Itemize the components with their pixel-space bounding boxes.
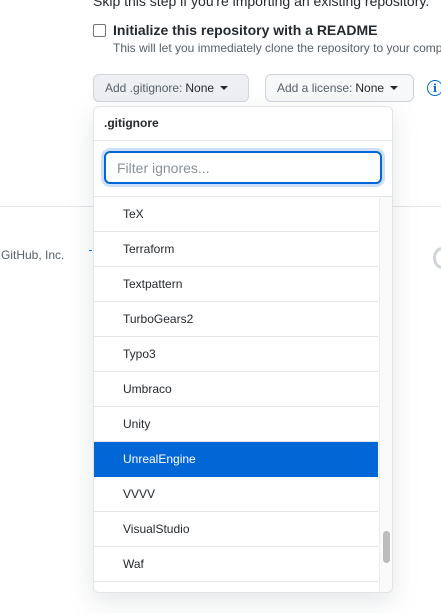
gitignore-option[interactable]: TurboGears2 bbox=[94, 302, 378, 337]
readme-description: This will let you immediately clone the … bbox=[113, 41, 441, 55]
gitignore-option-label: TurboGears2 bbox=[123, 312, 194, 326]
gitignore-option[interactable]: Unity bbox=[94, 407, 378, 442]
gitignore-option[interactable]: VisualStudio bbox=[94, 512, 378, 547]
github-mark-icon[interactable] bbox=[433, 247, 441, 269]
gitignore-button-label: Add .gitignore: bbox=[105, 81, 183, 95]
gitignore-option-label: Typo3 bbox=[123, 347, 156, 361]
gitignore-option-label: Umbraco bbox=[123, 382, 172, 396]
gitignore-option-label: TeX bbox=[123, 207, 144, 221]
gitignore-option-label: Unity bbox=[123, 417, 151, 431]
footer-company: GitHub, Inc. bbox=[1, 248, 65, 262]
gitignore-option-label: Terraform bbox=[123, 242, 175, 256]
license-button-value: None bbox=[355, 81, 385, 95]
footer-link-marker bbox=[89, 250, 92, 251]
skip-step-text: Skip this step if you're importing an ex… bbox=[93, 0, 430, 9]
gitignore-option[interactable]: Typo3 bbox=[94, 337, 378, 372]
gitignore-dropdown: .gitignore TeX Terraform Textpattern TurboG… bbox=[93, 106, 393, 593]
dropdown-header: .gitignore bbox=[94, 107, 392, 141]
gitignore-option-label: UnrealEngine bbox=[123, 452, 196, 466]
gitignore-template-list: TeX Terraform Textpattern TurboGears2 Typo3 U… bbox=[94, 197, 378, 582]
gitignore-option-label: VVVV bbox=[123, 487, 156, 501]
create-repository-page: Skip this step if you're importing an ex… bbox=[0, 0, 441, 613]
readme-checkbox[interactable] bbox=[93, 23, 106, 37]
filter-ignores-input[interactable] bbox=[104, 151, 382, 184]
add-license-button[interactable]: Add a license: None bbox=[265, 74, 414, 102]
dropdown-scrollbar[interactable] bbox=[379, 197, 392, 592]
gitignore-option[interactable]: Waf bbox=[94, 547, 378, 582]
info-icon[interactable]: i bbox=[427, 80, 441, 96]
gitignore-option[interactable]: UnrealEngine bbox=[94, 442, 378, 477]
gitignore-option-label: Textpattern bbox=[123, 277, 183, 291]
gitignore-option[interactable]: Terraform bbox=[94, 232, 378, 267]
license-button-label: Add a license: bbox=[277, 81, 353, 95]
readme-label: Initialize this repository with a README bbox=[113, 22, 378, 38]
filter-container bbox=[94, 141, 392, 197]
add-gitignore-button[interactable]: Add .gitignore: None bbox=[93, 74, 249, 102]
scrollbar-thumb[interactable] bbox=[383, 531, 390, 563]
triangle-down-icon bbox=[390, 86, 399, 90]
gitignore-option[interactable]: TeX bbox=[94, 197, 378, 232]
gitignore-option[interactable]: Umbraco bbox=[94, 372, 378, 407]
gitignore-button-value: None bbox=[185, 81, 215, 95]
gitignore-option-label: Waf bbox=[123, 557, 144, 571]
gitignore-option-label: VisualStudio bbox=[123, 522, 190, 536]
gitignore-option[interactable]: Textpattern bbox=[94, 267, 378, 302]
gitignore-option[interactable]: VVVV bbox=[94, 477, 378, 512]
readme-option[interactable]: Initialize this repository with a README bbox=[93, 22, 377, 38]
triangle-down-icon bbox=[220, 86, 229, 90]
